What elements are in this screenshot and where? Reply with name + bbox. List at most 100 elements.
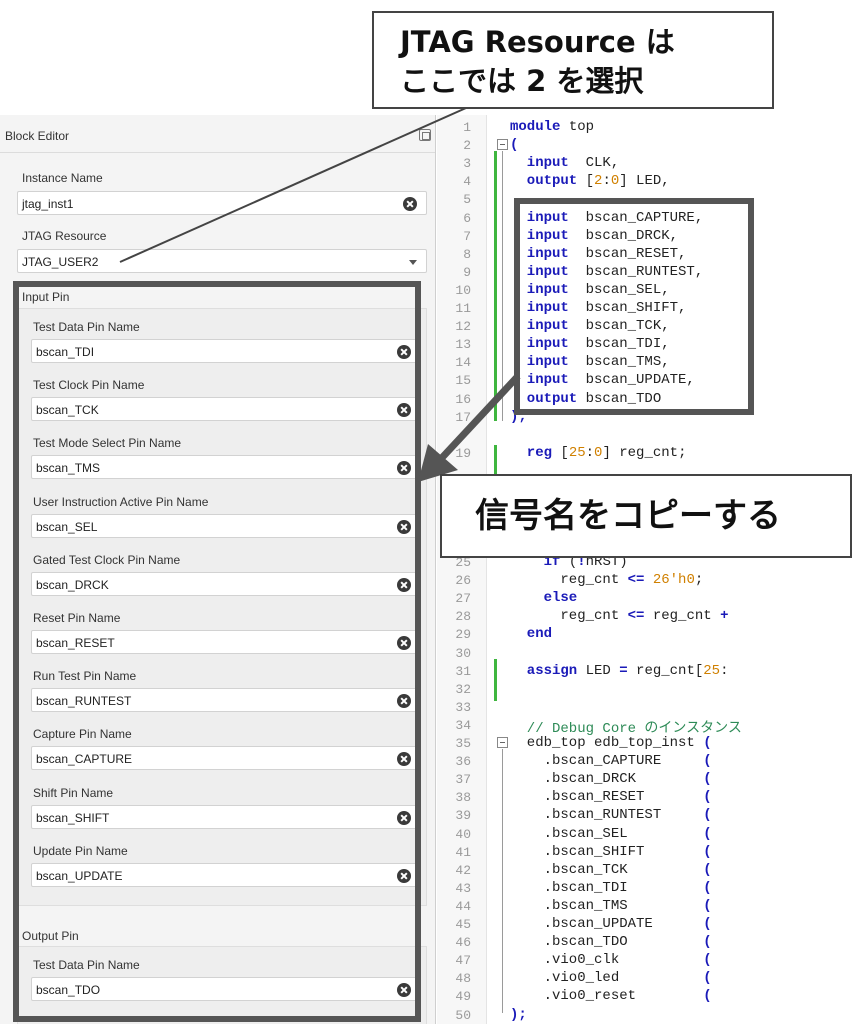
code-token: .bscan_DRCK <box>510 771 704 788</box>
code-token: ( <box>703 988 712 1005</box>
line-number: 6 <box>463 210 471 226</box>
code-token: else <box>510 590 578 607</box>
jtag-resource-select[interactable]: JTAG_USER2 <box>17 249 427 273</box>
code-token: [ <box>552 445 569 461</box>
code-token: end <box>510 626 553 643</box>
line-number: 30 <box>455 645 471 661</box>
code-line: .bscan_SHIFT ( <box>510 844 712 860</box>
code-token: 25 <box>703 662 721 679</box>
code-token: [ <box>577 173 595 190</box>
code-token: .bscan_TMS <box>510 897 704 914</box>
code-token: .bscan_TDI <box>510 879 704 896</box>
code-token: <= <box>627 608 645 625</box>
code-line: ( <box>510 137 518 153</box>
code-line: end <box>510 626 552 642</box>
line-number: 36 <box>455 754 471 770</box>
code-line: module top <box>510 119 594 135</box>
code-token: .vio0_reset <box>510 988 704 1005</box>
code-token: ( <box>703 825 712 842</box>
code-line: .bscan_TCK ( <box>510 862 712 878</box>
line-number: 15 <box>455 373 471 389</box>
code-token: output <box>510 173 578 190</box>
code-token: reg <box>510 445 553 461</box>
code-token: 0 <box>610 173 620 190</box>
code-token: ( <box>703 952 712 969</box>
code-token: input <box>510 155 569 172</box>
code-token: reg_cnt <box>510 572 628 589</box>
code-line: .vio0_reset ( <box>510 988 712 1004</box>
chevron-down-icon[interactable] <box>409 260 417 265</box>
code-token: ] reg_cnt; <box>602 445 687 461</box>
code-token: CLK, <box>568 155 620 172</box>
line-number: 42 <box>455 862 471 878</box>
code-line: .bscan_RESET ( <box>510 789 712 805</box>
code-line: .bscan_SEL ( <box>510 826 712 842</box>
line-number: 28 <box>455 609 471 625</box>
line-number: 38 <box>455 790 471 806</box>
line-number: 1 <box>463 120 471 135</box>
callout-line-2: ここでは 2 を選択 <box>400 64 644 98</box>
line-number: 29 <box>455 627 471 643</box>
line-number: 26 <box>455 573 471 589</box>
code-line: ); <box>510 1007 527 1023</box>
code-token: <= <box>627 572 645 589</box>
block-editor-title: Block Editor <box>5 129 70 143</box>
code-token: .vio0_clk <box>510 952 704 969</box>
detach-panel-icon[interactable] <box>419 129 431 141</box>
callout-line-1: JTAG Resource は <box>400 25 675 59</box>
code-token: ( <box>703 897 712 914</box>
code-line: .vio0_led ( <box>510 970 712 986</box>
fold-minus-icon[interactable] <box>497 737 508 748</box>
clear-icon[interactable] <box>403 197 417 211</box>
line-number: 8 <box>463 246 471 262</box>
block-editor-panel: Block Editor Instance Name jtag_inst1 JT… <box>0 115 436 1024</box>
code-token: 26'h0 <box>652 572 695 589</box>
code-token: ( <box>703 735 712 751</box>
code-line: .bscan_UPDATE ( <box>510 916 712 932</box>
code-token: .bscan_SEL <box>510 825 704 842</box>
code-token: reg_cnt <box>510 608 628 625</box>
code-token: ( <box>703 879 712 896</box>
code-token: ( <box>703 934 712 951</box>
change-marker <box>494 151 497 421</box>
code-token: .bscan_TCK <box>510 861 704 878</box>
code-line: input CLK, <box>510 155 619 171</box>
code-token: .bscan_SHIFT <box>510 843 704 860</box>
code-line: assign LED = reg_cnt[25: <box>510 662 729 679</box>
line-number: 16 <box>455 391 471 407</box>
code-line: reg [25:0] reg_cnt; <box>510 445 687 461</box>
line-number: 19 <box>455 446 471 461</box>
code-token: ; <box>694 572 704 589</box>
code-token: .bscan_TDO <box>510 934 704 951</box>
code-token: ( <box>510 137 519 154</box>
code-token: 25 <box>568 445 586 461</box>
code-token: ( <box>703 771 712 788</box>
line-number: 27 <box>455 591 471 607</box>
line-number: 9 <box>463 264 471 280</box>
code-token: .bscan_RUNTEST <box>510 807 704 824</box>
line-number: 10 <box>455 282 471 298</box>
line-number: 3 <box>463 156 471 172</box>
instance-name-input[interactable]: jtag_inst1 <box>17 191 427 215</box>
line-number: 32 <box>455 681 471 697</box>
line-number: 49 <box>455 989 471 1005</box>
code-token: : <box>602 173 611 190</box>
line-number: 46 <box>455 935 471 951</box>
code-token: ] LED, <box>619 173 670 190</box>
code-token: .bscan_UPDATE <box>510 916 704 932</box>
change-marker <box>494 445 497 475</box>
line-number: 44 <box>455 898 471 914</box>
code-token: LED <box>577 662 620 679</box>
code-token: : <box>720 662 729 679</box>
code-token: ( <box>703 753 712 770</box>
line-number: 41 <box>455 844 471 860</box>
line-number: 14 <box>455 355 471 371</box>
line-number: 5 <box>463 192 471 208</box>
code-token: ( <box>703 970 712 987</box>
line-number: 7 <box>463 228 471 244</box>
line-number: 37 <box>455 772 471 788</box>
code-line: .vio0_clk ( <box>510 952 712 968</box>
code-token: edb_top edb_top_inst <box>510 735 704 751</box>
code-token: ( <box>703 843 712 860</box>
fold-minus-icon[interactable] <box>497 139 508 150</box>
